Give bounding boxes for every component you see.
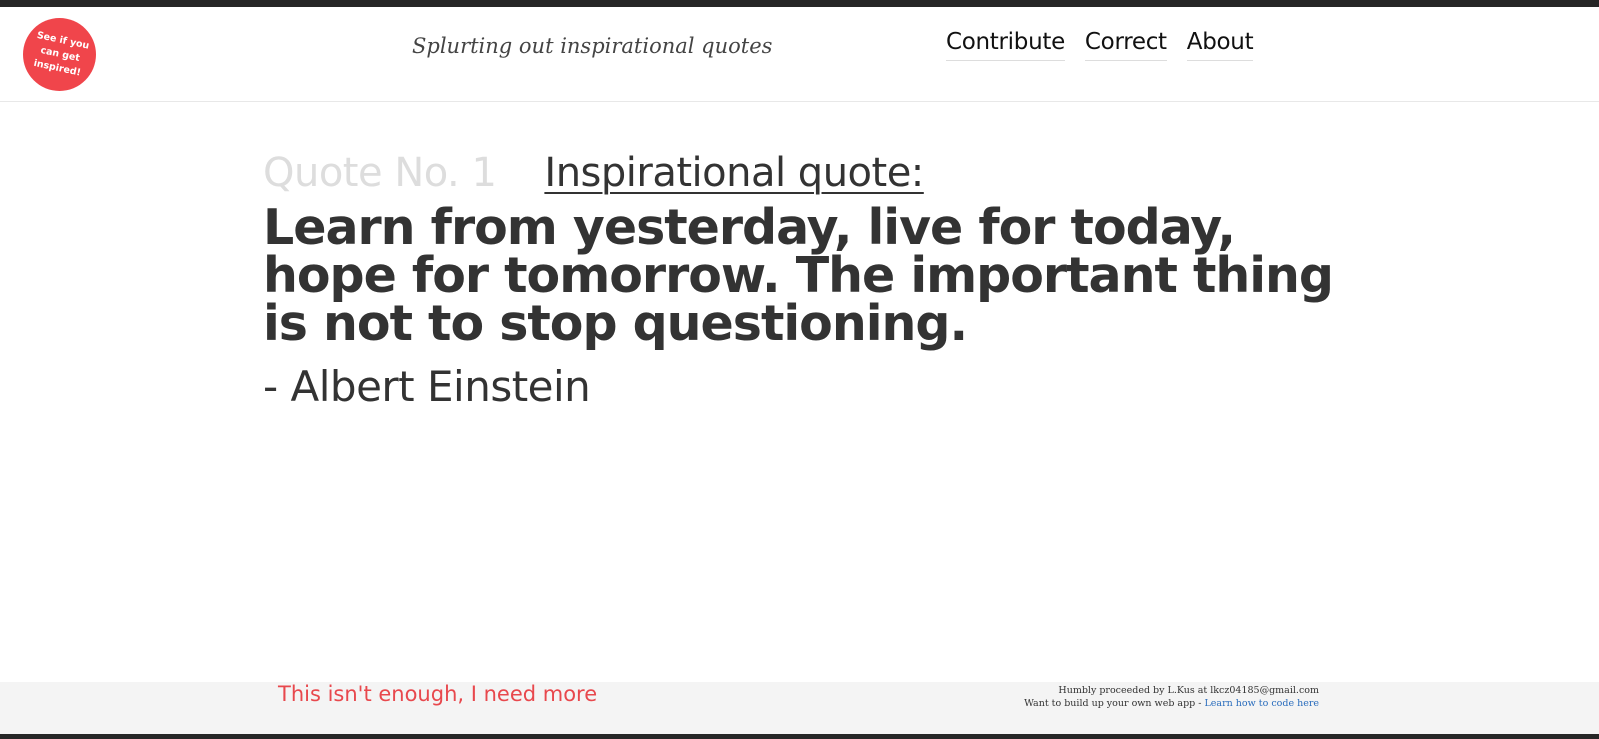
nav-link-contribute[interactable]: Contribute <box>946 29 1065 61</box>
footer-credits: Humbly proceeded by L.Kus at lkcz04185@g… <box>1024 684 1319 710</box>
bottom-border-strip <box>0 734 1599 739</box>
top-border-strip <box>0 0 1599 7</box>
quote-text: Learn from yesterday, live for today, ho… <box>263 199 1334 352</box>
quote-author: - Albert Einstein <box>263 362 591 411</box>
more-quotes-link[interactable]: This isn't enough, I need more <box>278 682 597 706</box>
footer-build-line: Want to build up your own web app - Lear… <box>1024 697 1319 710</box>
nav-link-about[interactable]: About <box>1186 29 1254 61</box>
quote-header: Quote No. 1 Inspirational quote: <box>263 150 1343 202</box>
site-footer: This isn't enough, I need more Humbly pr… <box>0 682 1599 734</box>
footer-credit-line: Humbly proceeded by L.Kus at lkcz04185@g… <box>1058 685 1319 696</box>
logo-badge-button[interactable]: See if you can get inspired! <box>23 18 96 91</box>
quote-heading: Inspirational quote: <box>544 150 924 196</box>
main-nav: Contribute Correct About <box>946 29 1254 61</box>
site-tagline: Splurting out inspirational quotes <box>412 34 773 58</box>
quote-number-label: Quote No. 1 <box>263 150 497 196</box>
site-header: See if you can get inspired! Splurting o… <box>0 7 1599 102</box>
footer-build-prefix: Want to build up your own web app - <box>1024 698 1205 709</box>
nav-link-correct[interactable]: Correct <box>1084 29 1167 61</box>
logo-text: See if you can get inspired! <box>32 29 90 79</box>
quote-section: Quote No. 1 Inspirational quote: Learn f… <box>263 150 1343 412</box>
learn-to-code-link[interactable]: Learn how to code here <box>1205 698 1320 709</box>
